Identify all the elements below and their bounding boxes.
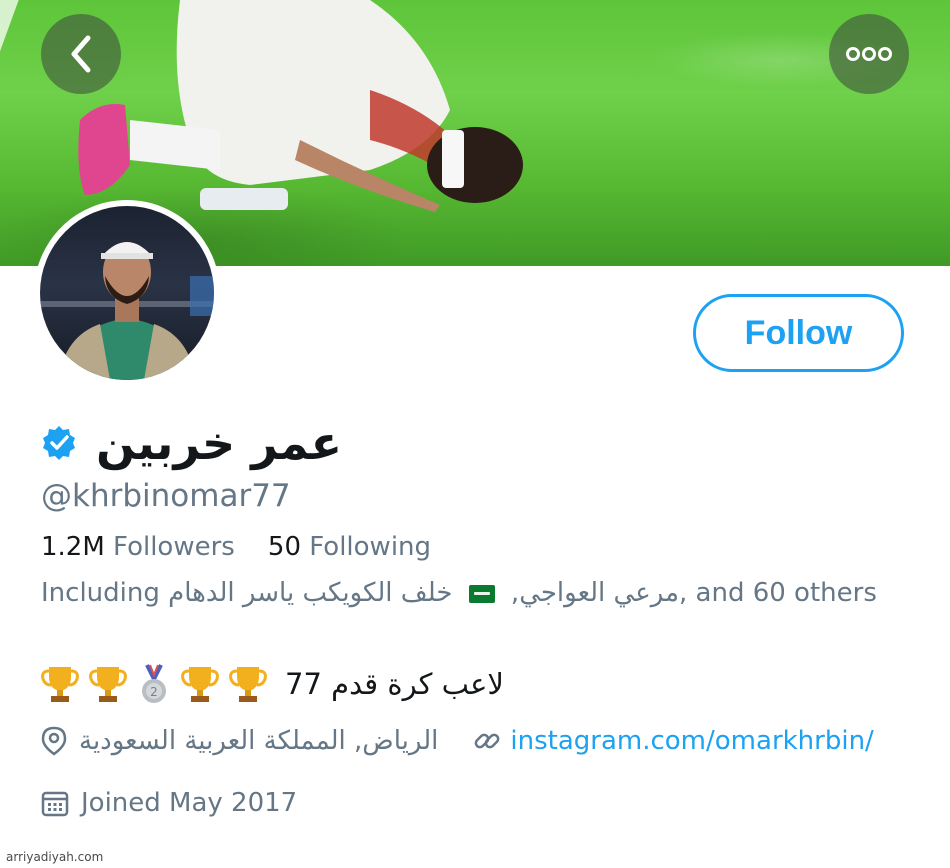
following-link[interactable]: 50 Following	[268, 532, 431, 562]
including-suffix: , and 60 others	[679, 578, 877, 608]
profile-joined-row: Joined May 2017	[41, 788, 297, 818]
followers-you-know[interactable]: Including ياسر الدهام خلف الكويكب ,مرعي …	[41, 578, 877, 608]
more-options-button[interactable]	[829, 14, 909, 94]
chevron-left-icon	[71, 35, 91, 73]
following-label: Following	[309, 532, 432, 562]
including-name-2: خلف الكويكب	[302, 578, 453, 608]
including-prefix: Including	[41, 578, 160, 608]
profile-name-row: عمر خربين	[40, 408, 342, 478]
profile-location-row: الرياض, المملكة العربية السعودية instagr…	[41, 726, 874, 756]
followers-label: Followers	[113, 532, 235, 562]
follow-button[interactable]: Follow	[693, 294, 904, 372]
field-line	[0, 0, 23, 140]
link-icon	[475, 733, 500, 749]
including-name-3: ,مرعي العواجي	[510, 578, 679, 608]
follow-counts: 1.2M Followers 50 Following	[41, 532, 431, 562]
verified-badge-icon	[43, 426, 75, 460]
calendar-icon	[41, 791, 69, 817]
profile-handle: @khrbinomar77	[41, 478, 291, 514]
following-count: 50	[267, 532, 301, 562]
bio-text: لاعب كرة قدم 77	[285, 667, 504, 701]
trophy-icon	[181, 667, 219, 702]
svg-text:2: 2	[150, 685, 158, 699]
trophy-icon	[229, 667, 267, 702]
saudi-flag-icon	[468, 584, 495, 603]
display-name: عمر خربين	[96, 416, 343, 470]
water-bottle	[200, 188, 288, 210]
follow-button-label: Follow	[744, 313, 853, 352]
avatar-photo	[40, 206, 214, 380]
location-pin-icon	[41, 726, 67, 756]
followers-link[interactable]: 1.2M Followers	[41, 532, 243, 562]
location-text: الرياض, المملكة العربية السعودية	[79, 726, 439, 756]
avatar-person	[40, 242, 214, 380]
more-horizontal-icon	[846, 47, 892, 61]
including-name-1: ياسر الدهام	[168, 578, 295, 608]
back-button[interactable]	[41, 14, 121, 94]
trophy-icon	[89, 667, 127, 702]
website-link[interactable]: instagram.com/omarkhrbin/	[510, 726, 873, 756]
followers-count: 1.2M	[41, 532, 105, 562]
banner-photo-player	[78, 0, 523, 212]
silver-medal-icon: 2	[142, 664, 166, 703]
joined-date: Joined May 2017	[81, 788, 298, 818]
profile-avatar[interactable]	[34, 200, 220, 386]
trophy-icon	[41, 667, 79, 702]
profile-bio: 2 لاعب كرة قدم 77	[41, 660, 504, 708]
site-watermark: arriyadiyah.com	[6, 850, 104, 864]
